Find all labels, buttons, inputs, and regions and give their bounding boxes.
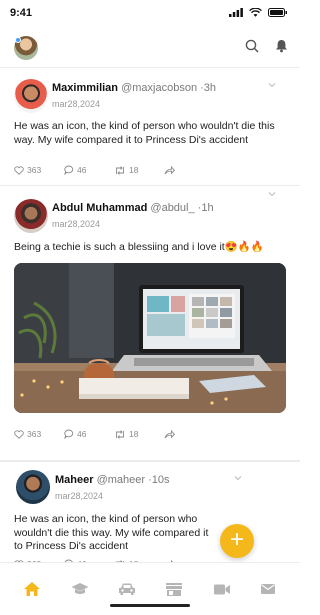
chevron-down-icon[interactable] bbox=[268, 81, 276, 89]
signal-icon bbox=[229, 8, 243, 17]
chevron-down-icon[interactable] bbox=[268, 190, 276, 198]
retweet-icon bbox=[116, 165, 124, 175]
post-date: mar28,2024 bbox=[52, 219, 101, 229]
share-icon bbox=[164, 429, 175, 438]
post-time: ·10s bbox=[148, 474, 170, 486]
online-indicator bbox=[15, 37, 21, 43]
comment-count: 46 bbox=[77, 429, 87, 439]
post-text: He was an icon, the kind of person who w… bbox=[14, 513, 209, 552]
nav-car[interactable] bbox=[117, 579, 137, 599]
status-bar: 9:41 bbox=[0, 0, 300, 28]
mail-icon bbox=[261, 584, 275, 594]
post-author: Maheer @maheer ·10s bbox=[55, 474, 170, 486]
status-time: 9:41 bbox=[10, 7, 33, 19]
retweet-count: 18 bbox=[129, 429, 139, 439]
retweet-button[interactable]: 18 bbox=[114, 429, 164, 439]
post[interactable]: Maheer @maheer ·10s mar28,2024 He was an… bbox=[0, 461, 300, 562]
compose-button[interactable]: + bbox=[220, 524, 254, 558]
wifi-icon bbox=[249, 8, 262, 17]
retweet-icon bbox=[116, 429, 124, 439]
profile-avatar[interactable] bbox=[14, 36, 38, 60]
share-icon bbox=[164, 165, 175, 174]
heart-icon bbox=[14, 429, 24, 439]
post-actions: 363 46 18 bbox=[14, 165, 286, 175]
laptop-photo bbox=[14, 263, 286, 413]
comment-button[interactable]: 46 bbox=[64, 429, 114, 439]
post-time: ·1h bbox=[197, 202, 214, 214]
like-count: 363 bbox=[27, 429, 42, 439]
video-icon bbox=[214, 584, 230, 594]
post-avatar[interactable] bbox=[14, 79, 48, 113]
top-icons bbox=[245, 39, 288, 53]
heart-icon bbox=[14, 165, 24, 175]
author-name[interactable]: Maximmilian bbox=[52, 82, 118, 94]
post-date: mar28,2024 bbox=[52, 99, 101, 109]
comment-icon bbox=[64, 165, 74, 175]
school-icon bbox=[71, 583, 89, 594]
search-icon[interactable] bbox=[245, 39, 259, 53]
post-author: Abdul Muhammad @abdul_ ·1h bbox=[52, 202, 214, 214]
post-text: Being a techie is such a blessiing and i… bbox=[14, 241, 264, 253]
chevron-down-icon[interactable] bbox=[234, 474, 242, 482]
store-icon bbox=[166, 582, 182, 596]
nav-video[interactable] bbox=[212, 579, 232, 599]
nav-home[interactable] bbox=[22, 579, 42, 599]
post-date: mar28,2024 bbox=[55, 491, 104, 501]
bell-icon[interactable] bbox=[275, 39, 288, 53]
post-avatar[interactable] bbox=[14, 199, 48, 233]
retweet-button[interactable]: 18 bbox=[114, 165, 164, 175]
post-avatar[interactable] bbox=[16, 470, 50, 504]
post[interactable]: Maximmilian @maxjacobson ·3h mar28,2024 … bbox=[0, 69, 300, 186]
retweet-count: 18 bbox=[129, 165, 139, 175]
comment-count: 46 bbox=[77, 165, 87, 175]
post-actions: 363 46 18 bbox=[14, 429, 286, 439]
post-time: ·3h bbox=[200, 82, 217, 94]
home-indicator bbox=[110, 604, 190, 607]
author-handle: @maheer bbox=[96, 474, 146, 486]
share-button[interactable] bbox=[164, 429, 214, 439]
nav-school[interactable] bbox=[70, 579, 90, 599]
author-name[interactable]: Maheer bbox=[55, 474, 94, 486]
top-bar bbox=[0, 28, 300, 68]
post-image[interactable] bbox=[14, 263, 286, 413]
author-handle: @maxjacobson bbox=[121, 82, 198, 94]
post[interactable]: Abdul Muhammad @abdul_ ·1h mar28,2024 Be… bbox=[0, 186, 300, 461]
author-name[interactable]: Abdul Muhammad bbox=[52, 202, 147, 214]
car-icon bbox=[119, 583, 135, 595]
home-icon bbox=[24, 582, 40, 596]
battery-icon bbox=[268, 8, 287, 17]
bottom-nav bbox=[0, 562, 300, 615]
status-icons bbox=[229, 8, 288, 17]
share-button[interactable] bbox=[164, 165, 214, 175]
like-button[interactable]: 363 bbox=[14, 165, 64, 175]
comment-button[interactable]: 46 bbox=[64, 165, 114, 175]
nav-mail[interactable] bbox=[258, 579, 278, 599]
like-button[interactable]: 363 bbox=[14, 429, 64, 439]
post-text: He was an icon, the kind of person who w… bbox=[14, 120, 275, 146]
comment-icon bbox=[64, 429, 74, 439]
feed: Maximmilian @maxjacobson ·3h mar28,2024 … bbox=[0, 69, 300, 562]
post-author: Maximmilian @maxjacobson ·3h bbox=[52, 82, 216, 94]
author-handle: @abdul_ bbox=[150, 202, 195, 214]
like-count: 363 bbox=[27, 165, 42, 175]
nav-store[interactable] bbox=[164, 579, 184, 599]
